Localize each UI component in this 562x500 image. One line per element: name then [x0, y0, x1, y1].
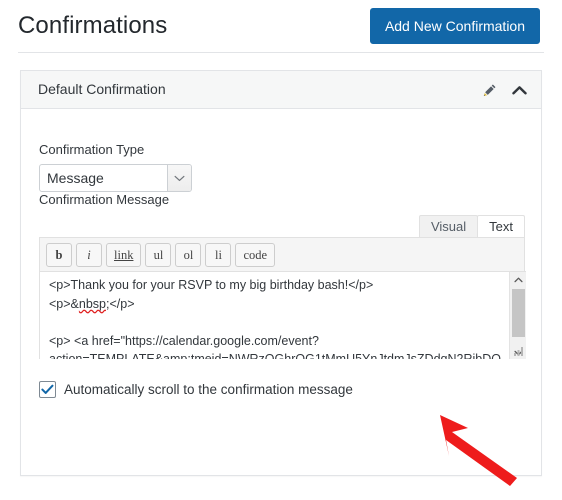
auto-scroll-label: Automatically scroll to the confirmation…: [64, 382, 353, 397]
quicktag-i-button[interactable]: i: [76, 243, 102, 267]
page-title: Confirmations: [18, 12, 168, 39]
quicktag-link-button[interactable]: link: [106, 243, 142, 267]
editor-mode-tabs: Visual Text: [418, 214, 525, 238]
code-textarea[interactable]: <p>Thank you for your RSVP to my big bir…: [40, 271, 526, 359]
add-new-confirmation-button[interactable]: Add New Confirmation: [369, 8, 540, 44]
code-line-1: <p>Thank you for your RSVP to my big bir…: [49, 278, 374, 292]
editor-tab-visual[interactable]: Visual: [418, 215, 479, 238]
confirmation-type-field[interactable]: MessagePageRedirect: [39, 164, 192, 192]
scroll-up-icon[interactable]: [510, 272, 526, 287]
page-root: Confirmations Add New Confirmation Defau…: [0, 0, 562, 500]
code-line-4a: <p> <a href="https://calendar.google.com…: [49, 333, 501, 360]
page-header: Confirmations Add New Confirmation: [0, 0, 562, 56]
editor-container: b i link ul ol li code <p>Thank you for your R…: [39, 237, 526, 359]
quicktags-toolbar: b i link ul ol li code: [40, 238, 524, 271]
quicktag-b-button[interactable]: b: [46, 243, 72, 267]
editor-tab-text[interactable]: Text: [477, 215, 525, 238]
header-divider: [18, 52, 544, 53]
checkmark-icon: [41, 384, 54, 394]
confirmation-type-label: Confirmation Type: [39, 142, 145, 157]
scrollbar-thumb[interactable]: [512, 289, 525, 337]
code-line-2-pre: <p>&: [49, 296, 79, 311]
quicktag-code-button[interactable]: code: [235, 243, 276, 267]
quicktag-ol-button[interactable]: ol: [175, 243, 202, 267]
code-line-2-post: ;</p>: [106, 296, 135, 311]
quicktag-ul-button[interactable]: ul: [145, 243, 172, 267]
panel-header[interactable]: Default Confirmation: [21, 71, 541, 109]
panel-title: Default Confirmation: [38, 81, 166, 97]
quicktag-li-button[interactable]: li: [205, 243, 232, 267]
auto-scroll-row[interactable]: Automatically scroll to the confirmation…: [39, 381, 353, 398]
default-confirmation-panel: Default Confirmation Confirmation Type M…: [20, 70, 542, 476]
panel-body: Confirmation Type MessagePageRedirect Co…: [21, 109, 541, 476]
confirmation-type-select[interactable]: MessagePageRedirect: [39, 164, 192, 192]
code-content: <p>Thank you for your RSVP to my big bir…: [49, 276, 504, 359]
auto-scroll-checkbox[interactable]: [39, 381, 56, 398]
pencil-icon[interactable]: [479, 80, 499, 100]
confirmation-message-label: Confirmation Message: [39, 192, 170, 207]
resize-grip-icon[interactable]: [512, 345, 525, 358]
chevron-up-icon[interactable]: [509, 80, 529, 100]
code-line-2-misspelled: nbsp: [78, 296, 106, 311]
